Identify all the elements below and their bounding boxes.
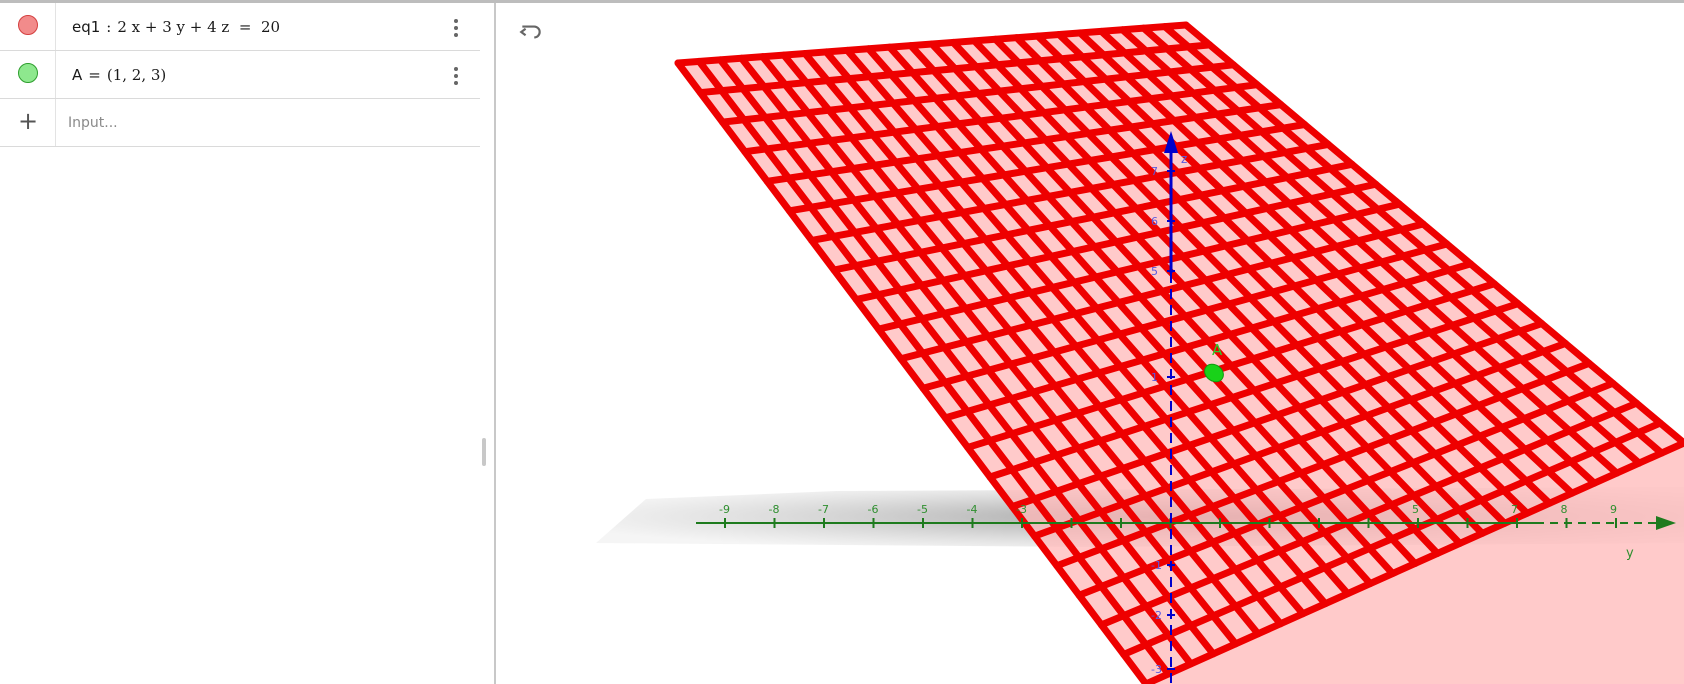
add-cell: + [0, 99, 56, 146]
more-vert-icon[interactable] [448, 65, 464, 85]
object-value: 2 x + 3 y + 4 z = 20 [117, 17, 281, 36]
visibility-toggle-A[interactable] [18, 63, 38, 83]
z-axis-name: z [1181, 152, 1187, 166]
undo-icon[interactable] [518, 19, 544, 45]
x-axis-tick-label: -4 [967, 503, 978, 516]
object-name: eq1 [72, 17, 101, 36]
z-axis-tick-label: 7 [1151, 165, 1158, 178]
x-axis-tick-label: 9 [1610, 503, 1617, 516]
visibility-toggle-eq1[interactable] [18, 15, 38, 35]
algebra-expression-eq1[interactable]: eq1 : 2 x + 3 y + 4 z = 20 [72, 3, 280, 50]
x-axis-tick-label: 7 [1511, 503, 1518, 516]
x-axis-tick-label: -7 [818, 503, 829, 516]
z-axis-tick-label: -3 [1151, 663, 1162, 676]
x-axis-tick-label: -8 [769, 503, 780, 516]
algebra-input-row[interactable]: + Input... [0, 99, 480, 147]
object-separator: : [106, 17, 112, 36]
z-axis-tick-label: 6 [1151, 215, 1158, 228]
object-separator: = [88, 65, 101, 84]
visibility-toggle-cell [0, 3, 56, 50]
plus-icon[interactable]: + [18, 109, 38, 133]
z-axis-tick-label: -1 [1151, 559, 1162, 572]
x-axis-tick-label: -9 [719, 503, 730, 516]
graphics-3d-view[interactable]: -9 -8 -7 -6 -5 -4 -3 5 7 8 9 y z 7 6 5 1 -1 -2 -3 A [496, 3, 1684, 684]
x-axis-tick-label: 5 [1412, 503, 1419, 516]
x-axis-tick-label: 8 [1561, 503, 1568, 516]
algebra-view: eq1 : 2 x + 3 y + 4 z = 20 A = (1, 2, 3)… [0, 3, 496, 684]
visibility-toggle-cell [0, 51, 56, 98]
algebra-input-field[interactable]: Input... [68, 99, 118, 146]
point-A-label: A [1212, 341, 1223, 359]
object-value: (1, 2, 3) [106, 65, 167, 84]
object-name: A [72, 65, 83, 84]
algebra-row-eq1[interactable]: eq1 : 2 x + 3 y + 4 z = 20 [0, 3, 480, 51]
z-axis-tick-label: 1 [1151, 371, 1158, 384]
x-axis-tick-label: -6 [868, 503, 879, 516]
x-axis-tick-label: -3 [1016, 503, 1027, 516]
algebra-expression-A[interactable]: A = (1, 2, 3) [72, 51, 166, 98]
panel-resize-handle[interactable] [482, 438, 486, 466]
z-axis-tick-label: -2 [1151, 609, 1162, 622]
z-axis-tick-label: 5 [1151, 265, 1158, 278]
x-axis-tick-label: -5 [917, 503, 928, 516]
algebra-row-A[interactable]: A = (1, 2, 3) [0, 51, 480, 99]
more-vert-icon[interactable] [448, 17, 464, 37]
graphics-3d-canvas[interactable]: -9 -8 -7 -6 -5 -4 -3 5 7 8 9 y z 7 6 5 1 -1 -2 -3 A [496, 3, 1684, 684]
y-axis-name: y [1626, 546, 1634, 561]
